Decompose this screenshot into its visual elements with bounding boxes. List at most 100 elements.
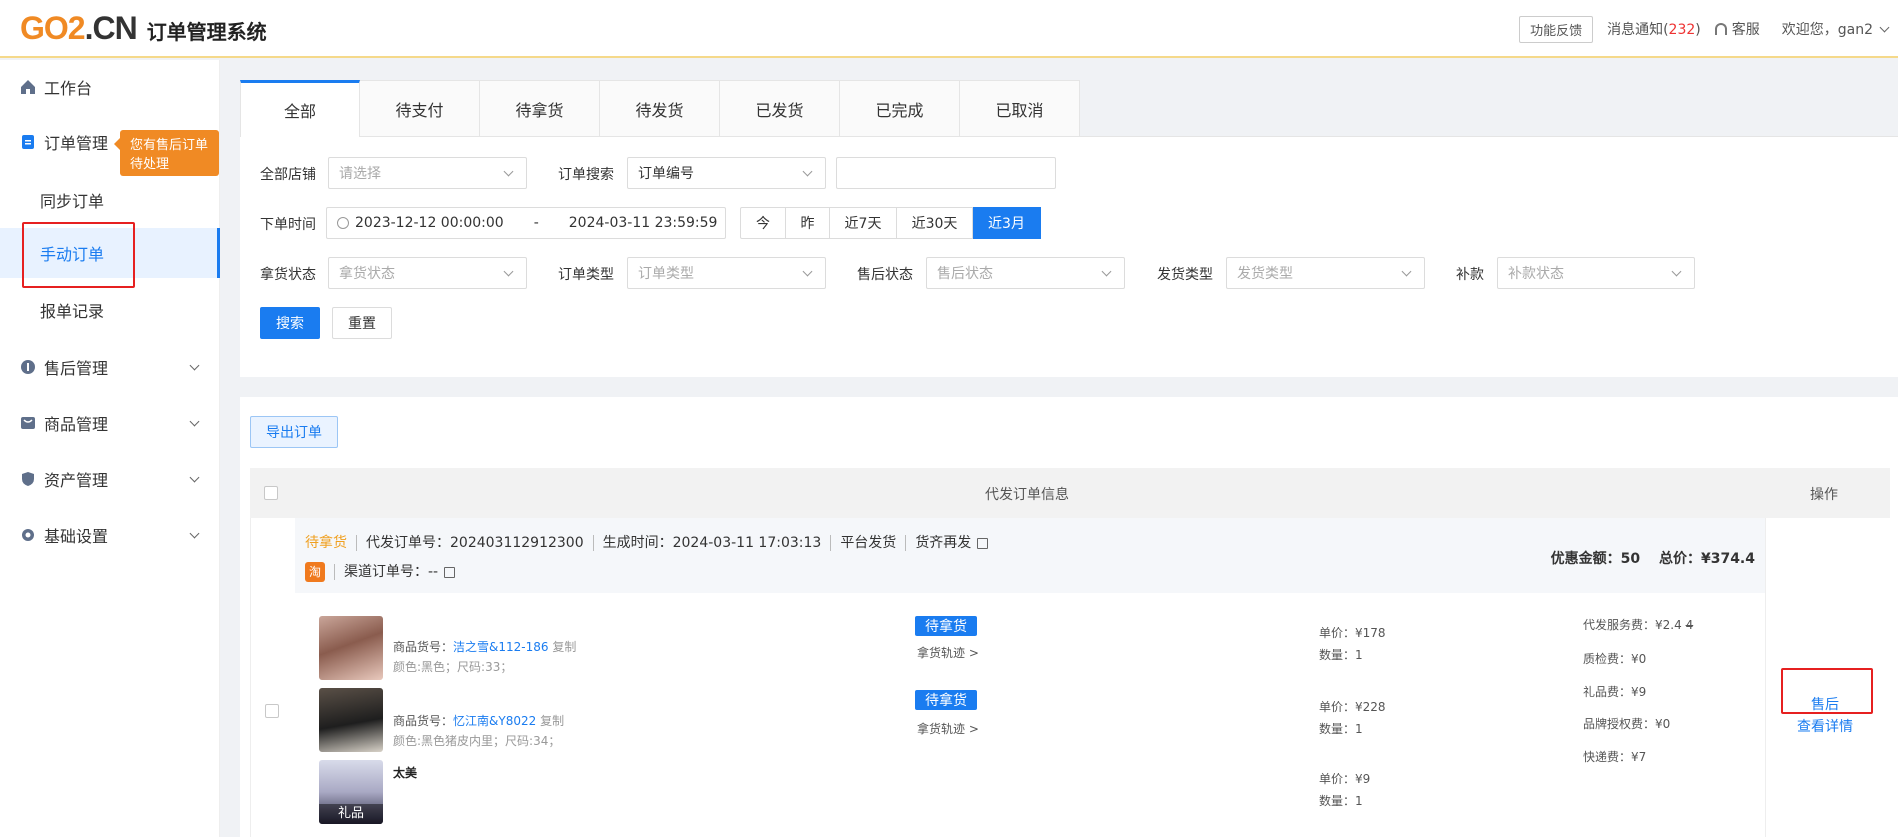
sidebar-item-product-mgmt[interactable]: 商品管理 (0, 398, 220, 448)
tabs-divider (1080, 136, 1898, 137)
col-order-info: 代发订单信息 (985, 487, 1069, 503)
sidebar-item-workbench[interactable]: 工作台 (0, 62, 220, 112)
store-select[interactable]: 请选择 (328, 157, 527, 189)
pickup-status-badge: 待拿货 (915, 616, 977, 636)
product-sku-line: 商品货号：忆江南&Y8022 复制 (393, 712, 564, 729)
tab-shipped[interactable]: 已发货 (720, 80, 840, 137)
copy-button[interactable]: 复制 (540, 714, 564, 728)
gift-image[interactable]: 礼品 (319, 760, 383, 824)
tab-pending-pickup[interactable]: 待拿货 (480, 80, 600, 137)
quick-7days[interactable]: 近7天 (830, 207, 897, 239)
pickup-status-select[interactable]: 拿货状态 (328, 257, 527, 289)
divider (905, 535, 907, 551)
gift-name: 太美 (393, 766, 418, 780)
order-time-label: 下单时间 (260, 217, 316, 233)
quantity: 数量：1 (1319, 722, 1363, 736)
quick-today[interactable]: 今 (740, 207, 786, 239)
refund-status-select[interactable]: 补款状态 (1497, 257, 1695, 289)
select-all-checkbox[interactable] (264, 486, 278, 500)
date-range-picker[interactable]: 2023-12-12 00:00:00 - 2024-03-11 23:59:5… (326, 207, 726, 239)
copy-button[interactable]: 复制 (552, 640, 576, 654)
fee-label: 代发服务费： (1583, 618, 1656, 632)
message-notification-link[interactable]: 消息通知(232) (1607, 19, 1701, 39)
feedback-button[interactable]: 功能反馈 (1519, 15, 1594, 43)
quick-3months[interactable]: 近3月 (973, 207, 1041, 239)
edit-icon[interactable] (444, 566, 456, 578)
discount-value: 50 (1620, 551, 1641, 567)
pickup-track-link[interactable]: 拿货轨迹 > (917, 720, 979, 737)
chevron-down-icon (503, 166, 514, 177)
highlight-box-manual-order (22, 222, 135, 288)
range-separator: - (533, 215, 539, 231)
sidebar-item-sync-order[interactable]: 同步订单 (0, 175, 220, 225)
sidebar-label-aftersale-mgmt: 售后管理 (44, 359, 109, 378)
tab-pending-payment[interactable]: 待支付 (360, 80, 480, 137)
sidebar-item-asset-mgmt[interactable]: 资产管理 (0, 454, 220, 504)
pickup-placeholder: 拿货状态 (339, 266, 395, 282)
chevron-down-icon (189, 472, 200, 483)
quick-30days[interactable]: 近30天 (897, 207, 973, 239)
tab-all[interactable]: 全部 (240, 80, 360, 137)
chevron-down-icon (1879, 22, 1890, 32)
welcome-text: 欢迎您，gan2 (1781, 22, 1873, 38)
reset-button[interactable]: 重置 (332, 307, 392, 339)
sidebar-label-order-mgmt: 订单管理 (44, 134, 109, 153)
sidebar-label-workbench: 工作台 (44, 79, 93, 98)
aftersale-icon (21, 360, 35, 374)
search-button[interactable]: 搜索 (260, 307, 320, 339)
order-number: 代发订单号：202403112912300 (366, 535, 584, 551)
edit-icon[interactable] (977, 537, 989, 549)
order-status-tabs: 全部 待支付 待拿货 待发货 已发货 已完成 已取消 (240, 80, 1080, 137)
aftersale-status-select[interactable]: 售后状态 (926, 257, 1125, 289)
tab-cancelled[interactable]: 已取消 (960, 80, 1080, 137)
order-type-label: 订单类型 (558, 267, 614, 283)
resend-mode: 货齐再发 (915, 535, 972, 551)
export-orders-button[interactable]: 导出订单 (250, 416, 338, 448)
sku-link[interactable]: 洁之雪&112-186 (453, 640, 549, 654)
product-image[interactable] (319, 688, 383, 752)
msg-count: 232 (1668, 22, 1696, 38)
aftersale-tip-badge[interactable]: 您有售后订单待处理 (114, 130, 219, 176)
chevron-down-icon (1671, 266, 1682, 277)
fee-value: ¥0 (1655, 717, 1671, 731)
quantity: 数量：1 (1319, 648, 1363, 662)
gear-icon (22, 529, 34, 541)
sku-link[interactable]: 忆江南&Y8022 (453, 714, 536, 728)
sku-label: 商品货号： (393, 714, 454, 728)
sidebar-item-base-settings[interactable]: 基础设置 (0, 510, 220, 560)
msg-label: 消息通知( (1607, 22, 1669, 38)
store-placeholder: 请选择 (339, 166, 381, 182)
chevron-down-icon (1401, 266, 1412, 277)
search-input[interactable] (836, 157, 1056, 189)
fee-label: 快递费： (1583, 750, 1632, 764)
customer-service-link[interactable]: 客服 (1714, 19, 1760, 39)
unit-price: 单价：¥228 (1319, 700, 1386, 714)
fee-label: 礼品费： (1583, 685, 1632, 699)
logo-cn: .CN (84, 9, 138, 46)
sidebar-item-report-record[interactable]: 报单记录 (0, 285, 220, 335)
ordertype-placeholder: 订单类型 (638, 266, 694, 282)
fee-shipping: 快递费：¥7 (1583, 748, 1646, 765)
sidebar-item-aftersale-mgmt[interactable]: 售后管理 (0, 342, 220, 392)
headset-icon (1714, 23, 1727, 35)
order-type-select[interactable]: 订单类型 (627, 257, 826, 289)
ship-type-select[interactable]: 发货类型 (1226, 257, 1425, 289)
search-type-select[interactable]: 订单编号 (627, 157, 826, 189)
end-time: 2024-03-11 23:59:59 (568, 215, 718, 231)
tab-completed[interactable]: 已完成 (840, 80, 960, 137)
sku-label: 商品货号： (393, 640, 454, 654)
clock-icon (337, 217, 349, 229)
divider (592, 535, 594, 551)
user-menu[interactable]: 欢迎您，gan2 (1781, 19, 1890, 39)
product-image[interactable] (319, 616, 383, 680)
chevron-down-icon (189, 528, 200, 539)
pickup-track-link[interactable]: 拿货轨迹 > (917, 644, 979, 661)
quantity: 数量：1 (1319, 794, 1363, 808)
service-label: 客服 (1731, 22, 1760, 38)
chevron-down-icon (503, 266, 514, 277)
order-select-checkbox[interactable] (265, 704, 279, 718)
taobao-icon: 淘 (305, 562, 325, 582)
tab-pending-ship[interactable]: 待发货 (600, 80, 720, 137)
view-detail-button[interactable]: 查看详情 (1797, 716, 1853, 736)
quick-yesterday[interactable]: 昨 (786, 207, 830, 239)
